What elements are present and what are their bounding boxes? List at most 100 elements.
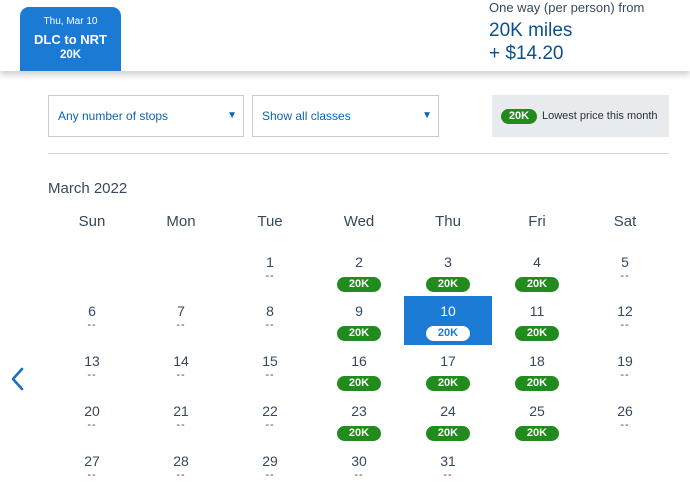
day-number: 22 [262,403,278,419]
calendar-day-5[interactable]: 5 -- [581,247,669,296]
price-badge: 20K [337,376,381,391]
no-price-indicator: -- [176,419,186,431]
fare-fee: + $14.20 [489,43,564,64]
calendar-day-21[interactable]: 21 -- [137,396,225,445]
calendar-day-19[interactable]: 19 -- [581,346,669,395]
day-number: 7 [177,303,185,319]
divider [48,153,669,154]
no-price-indicator: -- [176,369,186,381]
legend-price-badge: 20K [501,109,537,124]
price-badge: 20K [515,376,559,391]
calendar-day-20[interactable]: 20 -- [48,396,136,445]
day-price: 20K [404,323,492,341]
day-number: 28 [173,453,189,469]
calendar-day-6[interactable]: 6 -- [48,296,136,345]
calendar-day-25[interactable]: 25 20K [493,396,581,445]
fare-label: One way (per person) from [489,0,645,15]
day-number: 9 [355,303,363,319]
day-price: 20K [493,323,581,341]
calendar-day-3[interactable]: 3 20K [404,247,492,296]
tab-route: DLC to NRT [34,32,107,47]
calendar-day-29[interactable]: 29 -- [226,446,314,495]
classes-select-value: Show all classes [262,109,351,123]
calendar-day-12[interactable]: 12 -- [581,296,669,345]
calendar-day-30[interactable]: 30 -- [315,446,403,495]
calendar-day-11[interactable]: 11 20K [493,296,581,345]
day-number: 10 [440,303,456,319]
day-number: 30 [351,453,367,469]
calendar-day-10[interactable]: 10 20K [404,296,492,345]
calendar-day-23[interactable]: 23 20K [315,396,403,445]
calendar-day-1[interactable]: 1 -- [226,247,314,296]
price-badge: 20K [426,277,470,292]
day-number: 6 [88,303,96,319]
day-price: 20K [493,274,581,292]
no-price-indicator: -- [176,469,186,481]
calendar-day-2[interactable]: 2 20K [315,247,403,296]
day-number: 15 [262,353,278,369]
no-price-indicator: -- [265,270,275,282]
day-number: 20 [84,403,100,419]
calendar-day-14[interactable]: 14 -- [137,346,225,395]
header-bar: Thu, Mar 10 DLC to NRT 20K One way (per … [0,0,690,71]
weekday-mon: Mon [166,213,196,230]
chevron-left-icon[interactable] [8,366,28,392]
weekday-wed: Wed [343,213,375,230]
calendar-day-7[interactable]: 7 -- [137,296,225,345]
calendar-day-26[interactable]: 26 -- [581,396,669,445]
no-price-indicator: -- [87,369,97,381]
day-price: 20K [404,274,492,292]
day-number: 16 [351,353,367,369]
day-number: 8 [266,303,274,319]
day-number: 3 [444,254,452,270]
day-number: 11 [529,303,545,319]
day-number: 26 [617,403,633,419]
calendar-day-27[interactable]: 27 -- [48,446,136,495]
day-number: 1 [266,254,274,270]
no-price-indicator: -- [620,419,630,431]
tab-price: 20K [59,49,82,61]
day-price: 20K [404,373,492,391]
no-price-indicator: -- [354,469,364,481]
calendar-day-9[interactable]: 9 20K [315,296,403,345]
month-title: March 2022 [48,180,128,197]
calendar-day-8[interactable]: 8 -- [226,296,314,345]
no-price-indicator: -- [265,419,275,431]
day-number: 4 [533,254,541,270]
no-price-indicator: -- [620,319,630,331]
calendar-day-13[interactable]: 13 -- [48,346,136,395]
calendar-day-28[interactable]: 28 -- [137,446,225,495]
calendar-day-17[interactable]: 17 20K [404,346,492,395]
day-number: 24 [440,403,456,419]
day-number: 19 [617,353,633,369]
calendar-day-4[interactable]: 4 20K [493,247,581,296]
day-price: 20K [315,323,403,341]
weekday-tue: Tue [257,213,283,230]
day-number: 2 [355,254,363,270]
no-price-indicator: -- [265,319,275,331]
selected-date-tab[interactable]: Thu, Mar 10 DLC to NRT 20K [20,7,121,71]
price-badge: 20K [426,376,470,391]
day-number: 13 [84,353,100,369]
calendar-day-18[interactable]: 18 20K [493,346,581,395]
price-badge: 20K [515,277,559,292]
day-number: 31 [440,453,456,469]
calendar-day-24[interactable]: 24 20K [404,396,492,445]
no-price-indicator: -- [443,469,453,481]
price-badge: 20K [515,426,559,441]
price-badge: 20K [426,326,470,341]
stops-select[interactable]: Any number of stops ▼ [48,95,244,137]
day-price: 20K [315,274,403,292]
day-price: 20K [404,423,492,441]
calendar-day-31[interactable]: 31 -- [404,446,492,495]
no-price-indicator: -- [265,369,275,381]
day-price: 20K [493,423,581,441]
tab-date: Thu, Mar 10 [43,16,98,27]
day-number: 25 [529,403,545,419]
calendar-day-16[interactable]: 16 20K [315,346,403,395]
calendar-day-22[interactable]: 22 -- [226,396,314,445]
calendar-day-15[interactable]: 15 -- [226,346,314,395]
price-badge: 20K [337,426,381,441]
no-price-indicator: -- [620,369,630,381]
classes-select[interactable]: Show all classes ▼ [252,95,439,137]
